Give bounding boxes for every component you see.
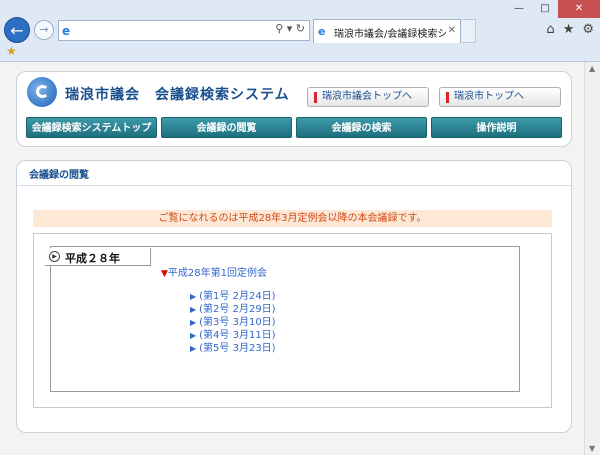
favorites-star-icon[interactable]: ★ [563, 22, 575, 37]
issue-list: ▶ (第1号 2月24日) ▶ (第2号 2月29日) ▶ (第3号 3月10日) ▶… [190, 290, 276, 355]
search-refresh-icons[interactable]: ⚲ ▾ ↻ [275, 22, 305, 35]
arrow-icon: ▶ [190, 318, 197, 327]
back-button[interactable]: ← [4, 17, 30, 43]
site-header: 瑞浪市議会 会議録検索システム 瑞浪市議会トップへ 瑞浪市トップへ 会議録検索シ… [16, 71, 572, 147]
issue-label: (第2号 2月29日) [199, 304, 276, 315]
nav-help[interactable]: 操作説明 [431, 117, 562, 138]
tab-ie-icon: e [318, 25, 326, 38]
close-icon[interactable]: ✕ [558, 0, 600, 18]
notice-banner: ご覧になれるのは平成28年3月定例会以降の本会議録です。 [33, 210, 552, 227]
year-selector[interactable]: ▶ 平成２８年 [45, 248, 151, 266]
issue-link-2[interactable]: ▶ (第2号 2月29日) [190, 303, 276, 316]
issue-label: (第3号 3月10日) [199, 317, 276, 328]
page-viewport: 瑞浪市議会 会議録検索システム 瑞浪市議会トップへ 瑞浪市トップへ 会議録検索シ… [0, 62, 584, 455]
issue-label: (第1号 2月24日) [199, 291, 276, 302]
city-top-link[interactable]: 瑞浪市トップへ [439, 87, 561, 107]
section-title: 会議録の閲覧 [29, 170, 89, 181]
home-icon[interactable]: ⌂ [546, 22, 554, 37]
site-title: 瑞浪市議会 会議録検索システム [65, 87, 290, 103]
content-panel: 会議録の閲覧 ご覧になれるのは平成28年3月定例会以降の本会議録です。 ▶ 平成… [16, 160, 572, 433]
divider [17, 185, 571, 186]
browser-toolbar: — □ ✕ ← → e ⚲ ▾ ↻ e 瑞浪市議会/会議録検索シ... ✕ ⌂ … [0, 0, 600, 62]
issue-link-5[interactable]: ▶ (第5号 3月23日) [190, 342, 276, 355]
gear-icon[interactable]: ⚙ [582, 22, 594, 37]
arrow-icon: ▶ [190, 305, 197, 314]
minimize-icon[interactable]: — [506, 0, 532, 18]
issue-link-4[interactable]: ▶ (第4号 3月11日) [190, 329, 276, 342]
address-bar[interactable]: e ⚲ ▾ ↻ [58, 20, 310, 41]
arrow-icon: ▶ [190, 292, 197, 301]
arrow-icon: ▶ [190, 331, 197, 340]
ie-icon: e [62, 24, 71, 38]
issue-link-1[interactable]: ▶ (第1号 2月24日) [190, 290, 276, 303]
tab-close-icon[interactable]: ✕ [448, 25, 456, 36]
arrow-icon: ▶ [190, 344, 197, 353]
nav-system-top[interactable]: 会議録検索システムトップ [26, 117, 157, 138]
add-favorites-icon[interactable]: ★ [6, 44, 17, 58]
year-label: 平成２８年 [65, 252, 120, 265]
forward-button[interactable]: → [34, 20, 54, 40]
issue-link-3[interactable]: ▶ (第3号 3月10日) [190, 316, 276, 329]
city-logo-icon [27, 77, 57, 107]
expand-icon[interactable]: ▶ [49, 251, 60, 262]
nav-browse[interactable]: 会議録の閲覧 [161, 117, 292, 138]
session-label: 平成28年第1回定例会 [167, 268, 268, 279]
scroll-up-icon[interactable]: ▲ [589, 64, 595, 73]
collapse-triangle-icon: ▼ [161, 269, 168, 279]
minutes-tree [50, 246, 520, 392]
issue-label: (第5号 3月23日) [199, 343, 276, 354]
browser-tab[interactable]: e 瑞浪市議会/会議録検索シ... ✕ [313, 19, 461, 43]
toolbar-icons: ⌂ ★ ⚙ [546, 22, 594, 37]
maximize-icon[interactable]: □ [532, 0, 558, 18]
new-tab-button[interactable] [462, 19, 476, 43]
issue-label: (第4号 3月11日) [199, 330, 276, 341]
tab-title: 瑞浪市議会/会議録検索シ... [334, 29, 446, 40]
window-controls: — □ ✕ [506, 0, 600, 18]
vertical-scrollbar[interactable]: ▲ ▼ [584, 62, 600, 455]
nav-search[interactable]: 会議録の検索 [296, 117, 427, 138]
gikai-top-link[interactable]: 瑞浪市議会トップへ [307, 87, 429, 107]
session-link[interactable]: ▼平成28年第1回定例会 [161, 264, 267, 279]
main-nav: 会議録検索システムトップ 会議録の閲覧 会議録の検索 操作説明 [26, 117, 563, 138]
scroll-down-icon[interactable]: ▼ [589, 444, 595, 453]
